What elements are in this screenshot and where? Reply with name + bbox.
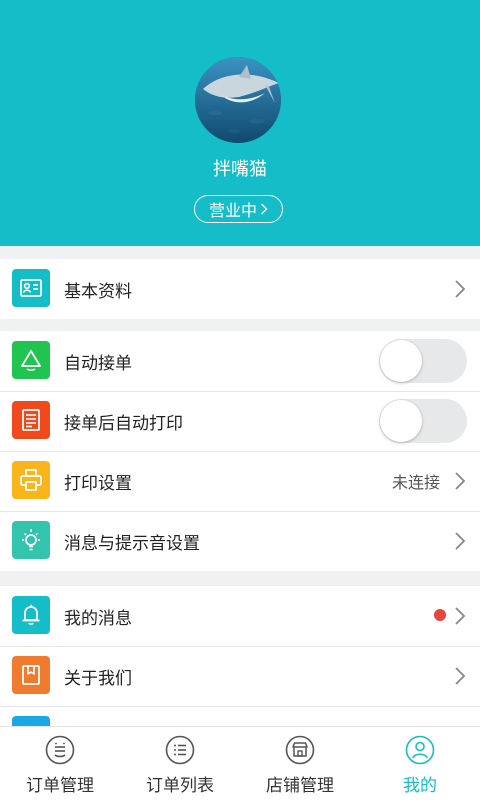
- chevron-right-icon: [455, 532, 466, 550]
- menu-label-notify-settings: 消息与提示音设置: [64, 533, 200, 554]
- menu-label-print-settings: 打印设置: [64, 473, 132, 494]
- tab-mine[interactable]: 我的: [360, 727, 480, 800]
- chevron-right-icon: [455, 280, 466, 298]
- menu-item-notify-settings[interactable]: 消息与提示音设置: [0, 511, 480, 571]
- tab-store-management[interactable]: 店铺管理: [240, 727, 360, 800]
- menu-label-auto-accept: 自动接单: [64, 353, 132, 374]
- tab-label: 我的: [403, 776, 437, 796]
- menu-label-my-messages: 我的消息: [64, 608, 132, 629]
- toggle-knob: [380, 340, 422, 382]
- printer-icon: [12, 461, 50, 499]
- auto-accept-toggle[interactable]: [379, 339, 467, 383]
- bookmark-icon: [12, 656, 50, 694]
- tab-order-management[interactable]: 订单管理: [0, 727, 120, 800]
- shark-photo: [195, 57, 281, 143]
- chevron-right-icon: [455, 667, 466, 685]
- menu-item-basic-info[interactable]: 基本资料: [0, 259, 480, 319]
- bell-icon: [12, 596, 50, 634]
- shop-name: 拌嘴猫: [213, 159, 267, 180]
- unread-dot: [434, 609, 446, 621]
- menu-item-print-settings[interactable]: 打印设置 未连接: [0, 451, 480, 511]
- tab-label: 订单管理: [26, 776, 94, 796]
- chevron-right-icon: [261, 203, 268, 215]
- business-status-label: 营业中: [208, 201, 257, 220]
- receipt-icon: [12, 401, 50, 439]
- tab-label: 店铺管理: [266, 776, 334, 796]
- id-card-icon: [12, 269, 50, 307]
- menu-group-misc: 我的消息 关于我们: [0, 586, 480, 726]
- lightbulb-icon: [12, 521, 50, 559]
- tab-label: 订单列表: [146, 776, 214, 796]
- tab-order-list[interactable]: 订单列表: [120, 727, 240, 800]
- chevron-right-icon: [455, 472, 466, 490]
- profile-header: 拌嘴猫 营业中: [0, 0, 480, 246]
- business-status-button[interactable]: 营业中: [194, 195, 283, 223]
- shop-avatar[interactable]: [195, 57, 281, 143]
- toggle-knob: [380, 400, 422, 442]
- menu-item-about-us[interactable]: 关于我们: [0, 646, 480, 706]
- menu-label-auto-print: 接单后自动打印: [64, 413, 183, 434]
- auto-print-toggle[interactable]: [379, 399, 467, 443]
- printer-connection-status: 未连接: [391, 473, 440, 492]
- menu-item-auto-accept: 自动接单: [0, 331, 480, 391]
- chevron-right-icon: [455, 607, 466, 625]
- menu-label-basic-info: 基本资料: [64, 281, 132, 302]
- list-icon: [165, 735, 195, 765]
- order-management-icon: [45, 735, 75, 765]
- bottom-tab-bar: 订单管理 订单列表 店铺管理 我的: [0, 726, 480, 800]
- menu-label-about-us: 关于我们: [64, 668, 132, 689]
- menu-item-auto-print: 接单后自动打印: [0, 391, 480, 451]
- auto-accept-icon: [12, 341, 50, 379]
- menu-group-profile: 基本资料: [0, 259, 480, 319]
- home-icon: [12, 716, 50, 726]
- store-icon: [285, 735, 315, 765]
- menu-item-partial[interactable]: [0, 706, 480, 726]
- menu-group-settings: 自动接单 接单后自动打印 打印设置 未连接 消息与提示音设置: [0, 331, 480, 571]
- menu-item-my-messages[interactable]: 我的消息: [0, 586, 480, 646]
- user-icon: [405, 735, 435, 765]
